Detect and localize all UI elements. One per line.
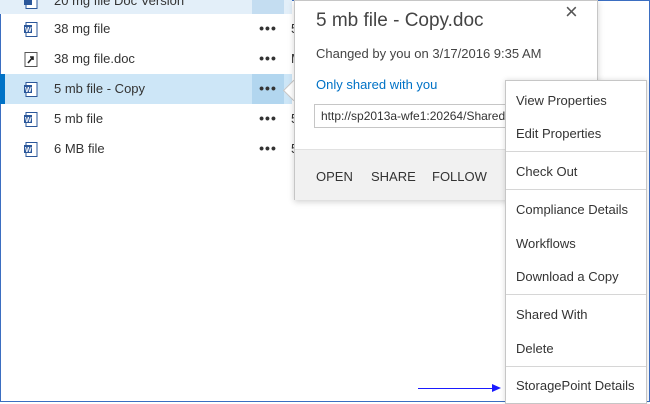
ellipsis-button[interactable]: •••: [252, 44, 284, 74]
menu-item-check-out[interactable]: Check Out: [516, 164, 577, 179]
changed-by-text: Changed by you on 3/17/2016 9:35 AM: [316, 46, 542, 61]
svg-text:W: W: [25, 147, 32, 154]
menu-separator: [506, 294, 646, 295]
share-button[interactable]: SHARE: [371, 169, 416, 184]
word-doc-icon: W: [24, 22, 38, 37]
follow-button[interactable]: FOLLOW: [432, 169, 487, 184]
annotation-arrow-line: [418, 388, 494, 389]
list-item-label: 5 mb file - Copy: [54, 81, 146, 96]
list-item-label: 38 mg file.doc: [54, 51, 135, 66]
sharing-status-link[interactable]: Only shared with you: [316, 77, 437, 92]
menu-item-shared-with[interactable]: Shared With: [516, 307, 588, 322]
annotation-arrow-icon: [492, 384, 501, 392]
shortcut-icon: [24, 52, 38, 67]
list-item-label: 38 mg file: [54, 21, 111, 36]
close-icon[interactable]: ×: [565, 0, 578, 25]
menu-item-download-copy[interactable]: Download a Copy: [516, 269, 619, 284]
menu-separator: [506, 151, 646, 152]
ellipsis-button[interactable]: •••: [252, 74, 284, 104]
ellipsis-button[interactable]: •••: [252, 134, 284, 164]
menu-item-edit-properties[interactable]: Edit Properties: [516, 126, 601, 141]
ellipsis-button[interactable]: •••: [252, 14, 284, 44]
list-item[interactable]: W 38 mg file ••• 5: [0, 14, 298, 44]
context-menu: View Properties Edit Properties Check Ou…: [505, 80, 647, 404]
svg-text:W: W: [25, 27, 32, 34]
menu-item-delete[interactable]: Delete: [516, 341, 554, 356]
list-item-label: 6 MB file: [54, 141, 105, 156]
callout-title: 5 mb file - Copy.doc: [316, 10, 484, 31]
list-item-selected[interactable]: W 5 mb file - Copy •••: [5, 74, 292, 104]
ellipsis-button[interactable]: •••: [252, 104, 284, 134]
svg-text:W: W: [25, 87, 32, 94]
ellipsis-button[interactable]: [252, 0, 284, 14]
list-item-partial[interactable]: 20 mg file Doc Version: [0, 0, 292, 14]
word-doc-icon: [24, 0, 38, 9]
list-item[interactable]: W 5 mb file ••• 5: [0, 104, 298, 134]
menu-separator: [506, 189, 646, 190]
word-doc-icon: W: [24, 112, 38, 127]
list-item-label: 20 mg file Doc Version: [54, 0, 185, 8]
menu-separator: [506, 366, 646, 367]
list-item[interactable]: 38 mg file.doc ••• M: [0, 44, 302, 74]
word-doc-icon: W: [24, 142, 38, 157]
open-button[interactable]: OPEN: [316, 169, 353, 184]
menu-item-view-properties[interactable]: View Properties: [516, 93, 607, 108]
list-item-label: 5 mb file: [54, 111, 104, 126]
svg-text:W: W: [25, 117, 32, 124]
menu-item-storagepoint-details[interactable]: StoragePoint Details: [516, 378, 635, 393]
list-item[interactable]: W 6 MB file ••• 5: [0, 134, 298, 164]
word-doc-icon: W: [24, 82, 38, 97]
menu-item-compliance-details[interactable]: Compliance Details: [516, 202, 628, 217]
menu-item-workflows[interactable]: Workflows: [516, 236, 576, 251]
